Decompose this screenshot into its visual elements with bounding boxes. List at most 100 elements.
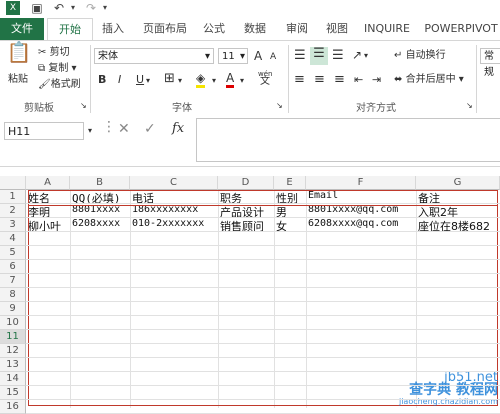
save-icon[interactable]: ▣ — [30, 1, 44, 15]
tab-view[interactable]: 视图 — [320, 18, 354, 40]
font-color-dropdown-icon[interactable]: ▾ — [240, 74, 244, 88]
undo-icon[interactable]: ↶ — [52, 1, 66, 15]
fill-color-icon[interactable]: ◈ — [196, 71, 206, 88]
cell-b1[interactable]: QQ(必填) — [70, 190, 130, 204]
align-top-icon[interactable]: ☰ — [294, 49, 306, 63]
row-header[interactable]: 10 — [0, 316, 26, 330]
row-header[interactable]: 1 — [0, 190, 26, 204]
name-box[interactable]: H11 — [4, 122, 84, 140]
column-header[interactable]: G — [416, 176, 500, 190]
cell-a2[interactable]: 李明 — [26, 204, 70, 218]
grow-font-button[interactable]: A — [254, 49, 262, 63]
cell-g1[interactable]: 备注 — [416, 190, 500, 204]
row-header[interactable]: 15 — [0, 386, 26, 400]
increase-indent-icon[interactable]: ⇥ — [372, 73, 381, 87]
copy-button[interactable]: ⧉ 复制 ▾ — [38, 62, 77, 76]
cancel-icon[interactable]: ✕ — [118, 122, 130, 136]
insert-function-icon[interactable]: fx — [172, 122, 184, 136]
format-painter-button[interactable]: 🖌格式刷 — [38, 78, 81, 92]
font-name-select[interactable]: 宋体 ▾ — [94, 48, 214, 64]
cell-c3[interactable]: 010-2xxxxxxx — [130, 218, 218, 232]
alignment-launcher-icon[interactable]: ↘ — [466, 99, 473, 113]
underline-button[interactable]: U — [136, 73, 144, 87]
cell-c2[interactable]: 186xxxxxxxx — [130, 204, 218, 218]
font-launcher-icon[interactable]: ↘ — [276, 99, 283, 113]
fill-dropdown-icon[interactable]: ▾ — [212, 74, 216, 88]
row-header[interactable]: 12 — [0, 344, 26, 358]
bold-button[interactable]: B — [98, 73, 106, 87]
redo-icon[interactable]: ↷ — [84, 1, 98, 15]
cell-e3[interactable]: 女 — [274, 218, 306, 232]
cell-c1[interactable]: 电话 — [130, 190, 218, 204]
cell-d2[interactable]: 产品设计 — [218, 204, 274, 218]
row-header[interactable]: 16 — [0, 400, 26, 414]
cell-b3[interactable]: 6208xxxx — [70, 218, 130, 232]
row-header[interactable]: 2 — [0, 204, 26, 218]
column-header[interactable]: E — [274, 176, 306, 190]
orientation-icon[interactable]: ↗ — [352, 48, 362, 62]
cell-e2[interactable]: 男 — [274, 204, 306, 218]
decrease-indent-icon[interactable]: ⇤ — [354, 73, 363, 87]
phonetic-char-icon[interactable]: 文 — [260, 75, 270, 89]
tab-home[interactable]: 开始 — [47, 18, 93, 42]
cell-f2[interactable]: 8801xxxx@qq.com — [306, 204, 416, 218]
orientation-dropdown-icon[interactable]: ▾ — [364, 49, 368, 63]
column-header[interactable]: F — [306, 176, 416, 190]
row-header[interactable]: 3 — [0, 218, 26, 232]
borders-icon[interactable]: ⊞ — [164, 72, 175, 86]
number-format-select[interactable]: 常规 — [480, 48, 500, 78]
merge-center-button[interactable]: ⬌ 合并后居中 ▾ — [394, 73, 464, 87]
row-header[interactable]: 11 — [0, 330, 26, 344]
paste-button[interactable]: 粘贴 — [8, 73, 28, 87]
tab-inquire[interactable]: INQUIRE — [360, 18, 414, 40]
column-header[interactable]: B — [70, 176, 130, 190]
tab-formulas[interactable]: 公式 — [198, 18, 230, 40]
column-header[interactable]: C — [130, 176, 218, 190]
select-all-button[interactable] — [0, 176, 26, 190]
tab-data[interactable]: 数据 — [238, 18, 272, 40]
clipboard-launcher-icon[interactable]: ↘ — [80, 99, 87, 113]
column-header[interactable]: D — [218, 176, 274, 190]
enter-icon[interactable]: ✓ — [144, 122, 156, 136]
cell-b2[interactable]: 8801xxxx — [70, 204, 130, 218]
align-center-icon[interactable]: ≡ — [314, 73, 325, 87]
align-left-icon[interactable]: ≡ — [294, 73, 305, 87]
undo-dropdown-icon[interactable]: ▾ — [68, 1, 78, 15]
cell-a3[interactable]: 柳小叶 — [26, 218, 70, 232]
tab-file[interactable]: 文件 — [0, 18, 44, 40]
underline-dropdown-icon[interactable]: ▾ — [146, 74, 150, 88]
cell-g2[interactable]: 入职2年 — [416, 204, 500, 218]
cell-f3[interactable]: 6208xxxx@qq.com — [306, 218, 416, 232]
formula-input[interactable] — [196, 118, 500, 162]
cell-d1[interactable]: 职务 — [218, 190, 274, 204]
font-color-icon[interactable]: A — [226, 71, 235, 88]
font-size-select[interactable]: 11 ▾ — [218, 48, 248, 64]
row-header[interactable]: 8 — [0, 288, 26, 302]
column-header[interactable]: A — [26, 176, 70, 190]
row-header[interactable]: 5 — [0, 246, 26, 260]
tab-review[interactable]: 审阅 — [280, 18, 314, 40]
align-right-icon[interactable]: ≡ — [334, 73, 345, 87]
shrink-font-button[interactable]: A — [270, 50, 276, 64]
cell-f1[interactable]: Email — [306, 190, 416, 204]
row-header[interactable]: 14 — [0, 372, 26, 386]
italic-button[interactable]: I — [118, 73, 121, 87]
paste-icon[interactable]: 📋 — [6, 42, 32, 73]
align-bottom-icon[interactable]: ☰ — [332, 49, 344, 63]
row-header[interactable]: 13 — [0, 358, 26, 372]
cell-e1[interactable]: 性别 — [274, 190, 306, 204]
cell-a1[interactable]: 姓名 — [26, 190, 70, 204]
cell-d3[interactable]: 销售顾问 — [218, 218, 274, 232]
row-header[interactable]: 7 — [0, 274, 26, 288]
row-header[interactable]: 9 — [0, 302, 26, 316]
customize-qat-icon[interactable]: ▾ — [100, 1, 110, 15]
cell-g3[interactable]: 座位在8楼682 — [416, 218, 500, 232]
row-header[interactable]: 4 — [0, 232, 26, 246]
align-middle-icon[interactable]: ☰ — [310, 47, 328, 65]
name-box-dropdown-icon[interactable]: ▾ — [88, 124, 92, 138]
row-header[interactable]: 6 — [0, 260, 26, 274]
borders-dropdown-icon[interactable]: ▾ — [178, 74, 182, 88]
cut-button[interactable]: ✂ 剪切 — [38, 46, 70, 60]
tab-page-layout[interactable]: 页面布局 — [136, 18, 194, 40]
tab-powerpivot[interactable]: POWERPIVOT — [422, 18, 500, 40]
